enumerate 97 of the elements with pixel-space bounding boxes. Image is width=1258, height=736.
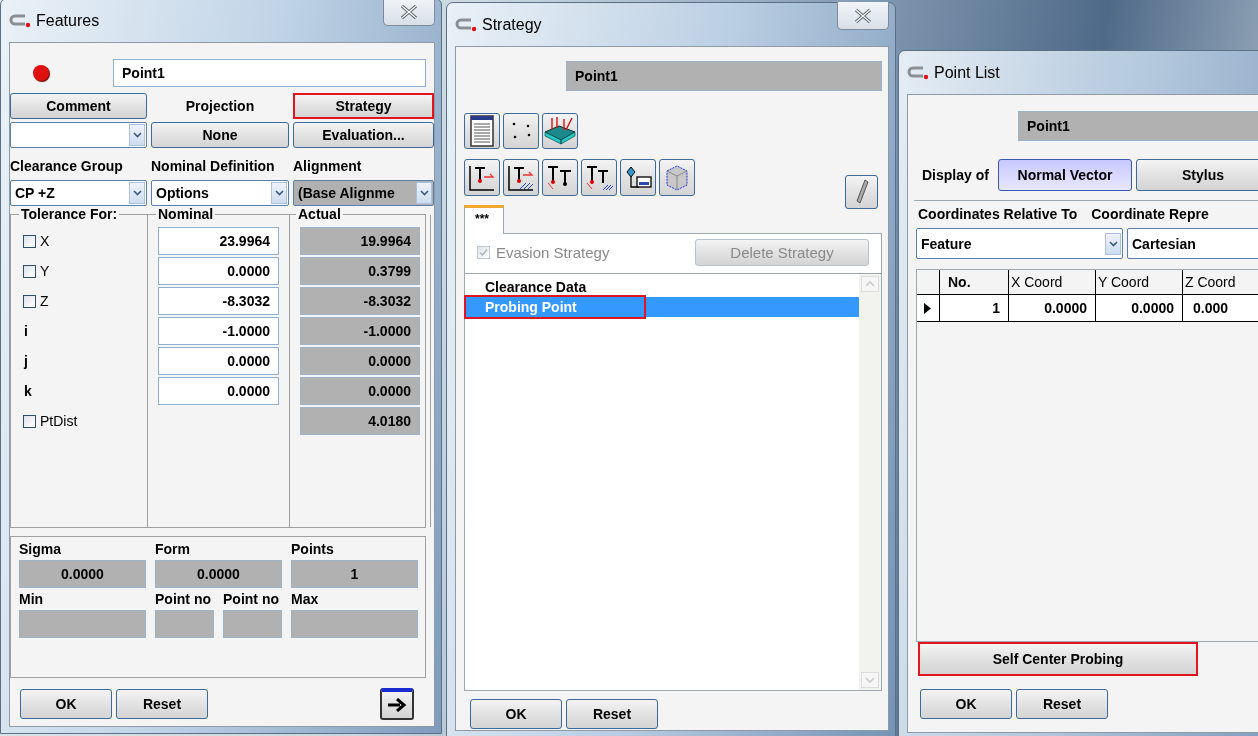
checkbox-label: Y [40, 263, 50, 279]
button[interactable]: Strategy [293, 93, 434, 119]
nominal-field[interactable]: -8.3032 [158, 287, 279, 315]
actual-value: 19.9964 [300, 227, 420, 255]
checkbox-label: X [40, 233, 50, 249]
stat-value [223, 610, 282, 638]
actual-value: 4.0180 [300, 407, 420, 435]
dropdown[interactable] [10, 122, 147, 148]
next-button[interactable] [380, 688, 414, 720]
row-label: i [23, 323, 28, 339]
toolbar-button[interactable] [581, 159, 617, 196]
window-title: Features [36, 11, 100, 30]
button[interactable]: Evaluation... [293, 122, 434, 148]
actual-value: 0.0000 [300, 377, 420, 405]
button[interactable]: Reset [1016, 689, 1108, 719]
stat-label: Point no [155, 591, 212, 607]
stat-value: 0.0000 [155, 560, 282, 588]
field-label: Coordinates Relative To [918, 206, 1078, 222]
stat-value: 1 [291, 560, 418, 588]
surface-arrows-icon [544, 116, 576, 146]
dropdown[interactable]: CP +Z [10, 180, 147, 206]
nominal-field[interactable]: -1.0000 [158, 317, 279, 345]
button[interactable]: Comment [10, 93, 147, 119]
stat-value [155, 610, 214, 638]
checkbox[interactable] [23, 264, 36, 278]
app-logo-icon [9, 13, 31, 28]
status-dot-icon [33, 65, 49, 81]
table-cell: 0.0000 [1009, 295, 1096, 322]
toolbar-button[interactable] [464, 113, 500, 149]
field-label: Nominal Definition [151, 158, 276, 174]
toggle-button[interactable]: Normal Vector [998, 159, 1132, 191]
toolbar-button[interactable] [464, 159, 500, 196]
group-label: Actual [296, 206, 343, 222]
stat-label: Form [155, 541, 191, 557]
toolbar-button[interactable] [542, 159, 578, 196]
tab[interactable]: *** [464, 205, 504, 234]
toolbar-button[interactable] [503, 159, 539, 196]
field-label: Coordinate Repre [1091, 206, 1209, 222]
stat-label: Min [19, 591, 45, 607]
close-icon [853, 7, 873, 24]
actual-value: -8.3032 [300, 287, 420, 315]
nominal-field[interactable]: 0.0000 [158, 377, 279, 405]
app-logo-icon [907, 65, 929, 80]
pencil-icon [854, 179, 869, 205]
nominal-field[interactable]: 0.0000 [158, 257, 279, 285]
close-icon [399, 3, 419, 20]
dropdown[interactable]: Feature [916, 228, 1123, 259]
document-list-icon [469, 115, 495, 147]
stat-label: Point no [223, 591, 280, 607]
group-label: Tolerance For: [19, 206, 120, 222]
stat-label: Max [291, 591, 320, 607]
button[interactable]: OK [20, 689, 112, 719]
nominal-field[interactable]: 23.9964 [158, 227, 279, 255]
self-center-probing-button[interactable]: Self Center Probing [918, 642, 1198, 676]
right-arrow-icon [387, 698, 407, 712]
table-cell: 1 [940, 295, 1009, 322]
window-title: Strategy [482, 15, 542, 34]
button[interactable]: OK [470, 699, 562, 729]
section-label: Projection [184, 97, 256, 116]
field-label: Alignment [293, 158, 363, 174]
edit-button[interactable] [845, 175, 878, 209]
button[interactable]: OK [920, 689, 1012, 719]
actual-value: -1.0000 [300, 317, 420, 345]
name-field: Point1 [1018, 111, 1258, 141]
toolbar-button[interactable] [542, 113, 578, 149]
window-title: Point List [934, 63, 1000, 82]
toolbar-button[interactable] [620, 159, 656, 196]
table-cell: 0.0000 [1096, 295, 1183, 322]
row-label: k [23, 383, 32, 399]
stat-label: Sigma [19, 541, 62, 557]
stat-value: 0.0000 [19, 560, 146, 588]
checkbox-label: Evasion Strategy [496, 243, 610, 261]
close-button[interactable] [837, 2, 889, 30]
nominal-field[interactable]: 0.0000 [158, 347, 279, 375]
table-cell: 0.000 [1183, 295, 1258, 322]
row-label: j [23, 353, 28, 369]
checkbox-label: PtDist [40, 413, 78, 429]
name-field[interactable]: Point1 [113, 59, 426, 87]
field-label: Clearance Group [10, 158, 124, 174]
button[interactable]: Reset [116, 689, 208, 719]
checkbox[interactable] [23, 414, 36, 428]
dropdown[interactable]: Cartesian [1127, 228, 1258, 259]
list-item[interactable]: Clearance Data [465, 277, 859, 297]
close-button[interactable] [383, 0, 435, 26]
checkbox[interactable] [23, 234, 36, 248]
actual-value: 0.3799 [300, 257, 420, 285]
app-logo-icon [455, 17, 477, 32]
checkbox-label: Z [40, 293, 49, 309]
stat-label: Points [291, 541, 335, 557]
button[interactable]: Reset [566, 699, 658, 729]
toggle-button[interactable]: Stylus [1136, 159, 1258, 191]
actual-value: 0.0000 [300, 347, 420, 375]
checkbox[interactable] [23, 294, 36, 308]
name-field: Point1 [566, 61, 882, 91]
button[interactable]: None [151, 122, 289, 148]
field-label: Display of [921, 167, 990, 183]
group-label: Nominal [156, 206, 216, 222]
